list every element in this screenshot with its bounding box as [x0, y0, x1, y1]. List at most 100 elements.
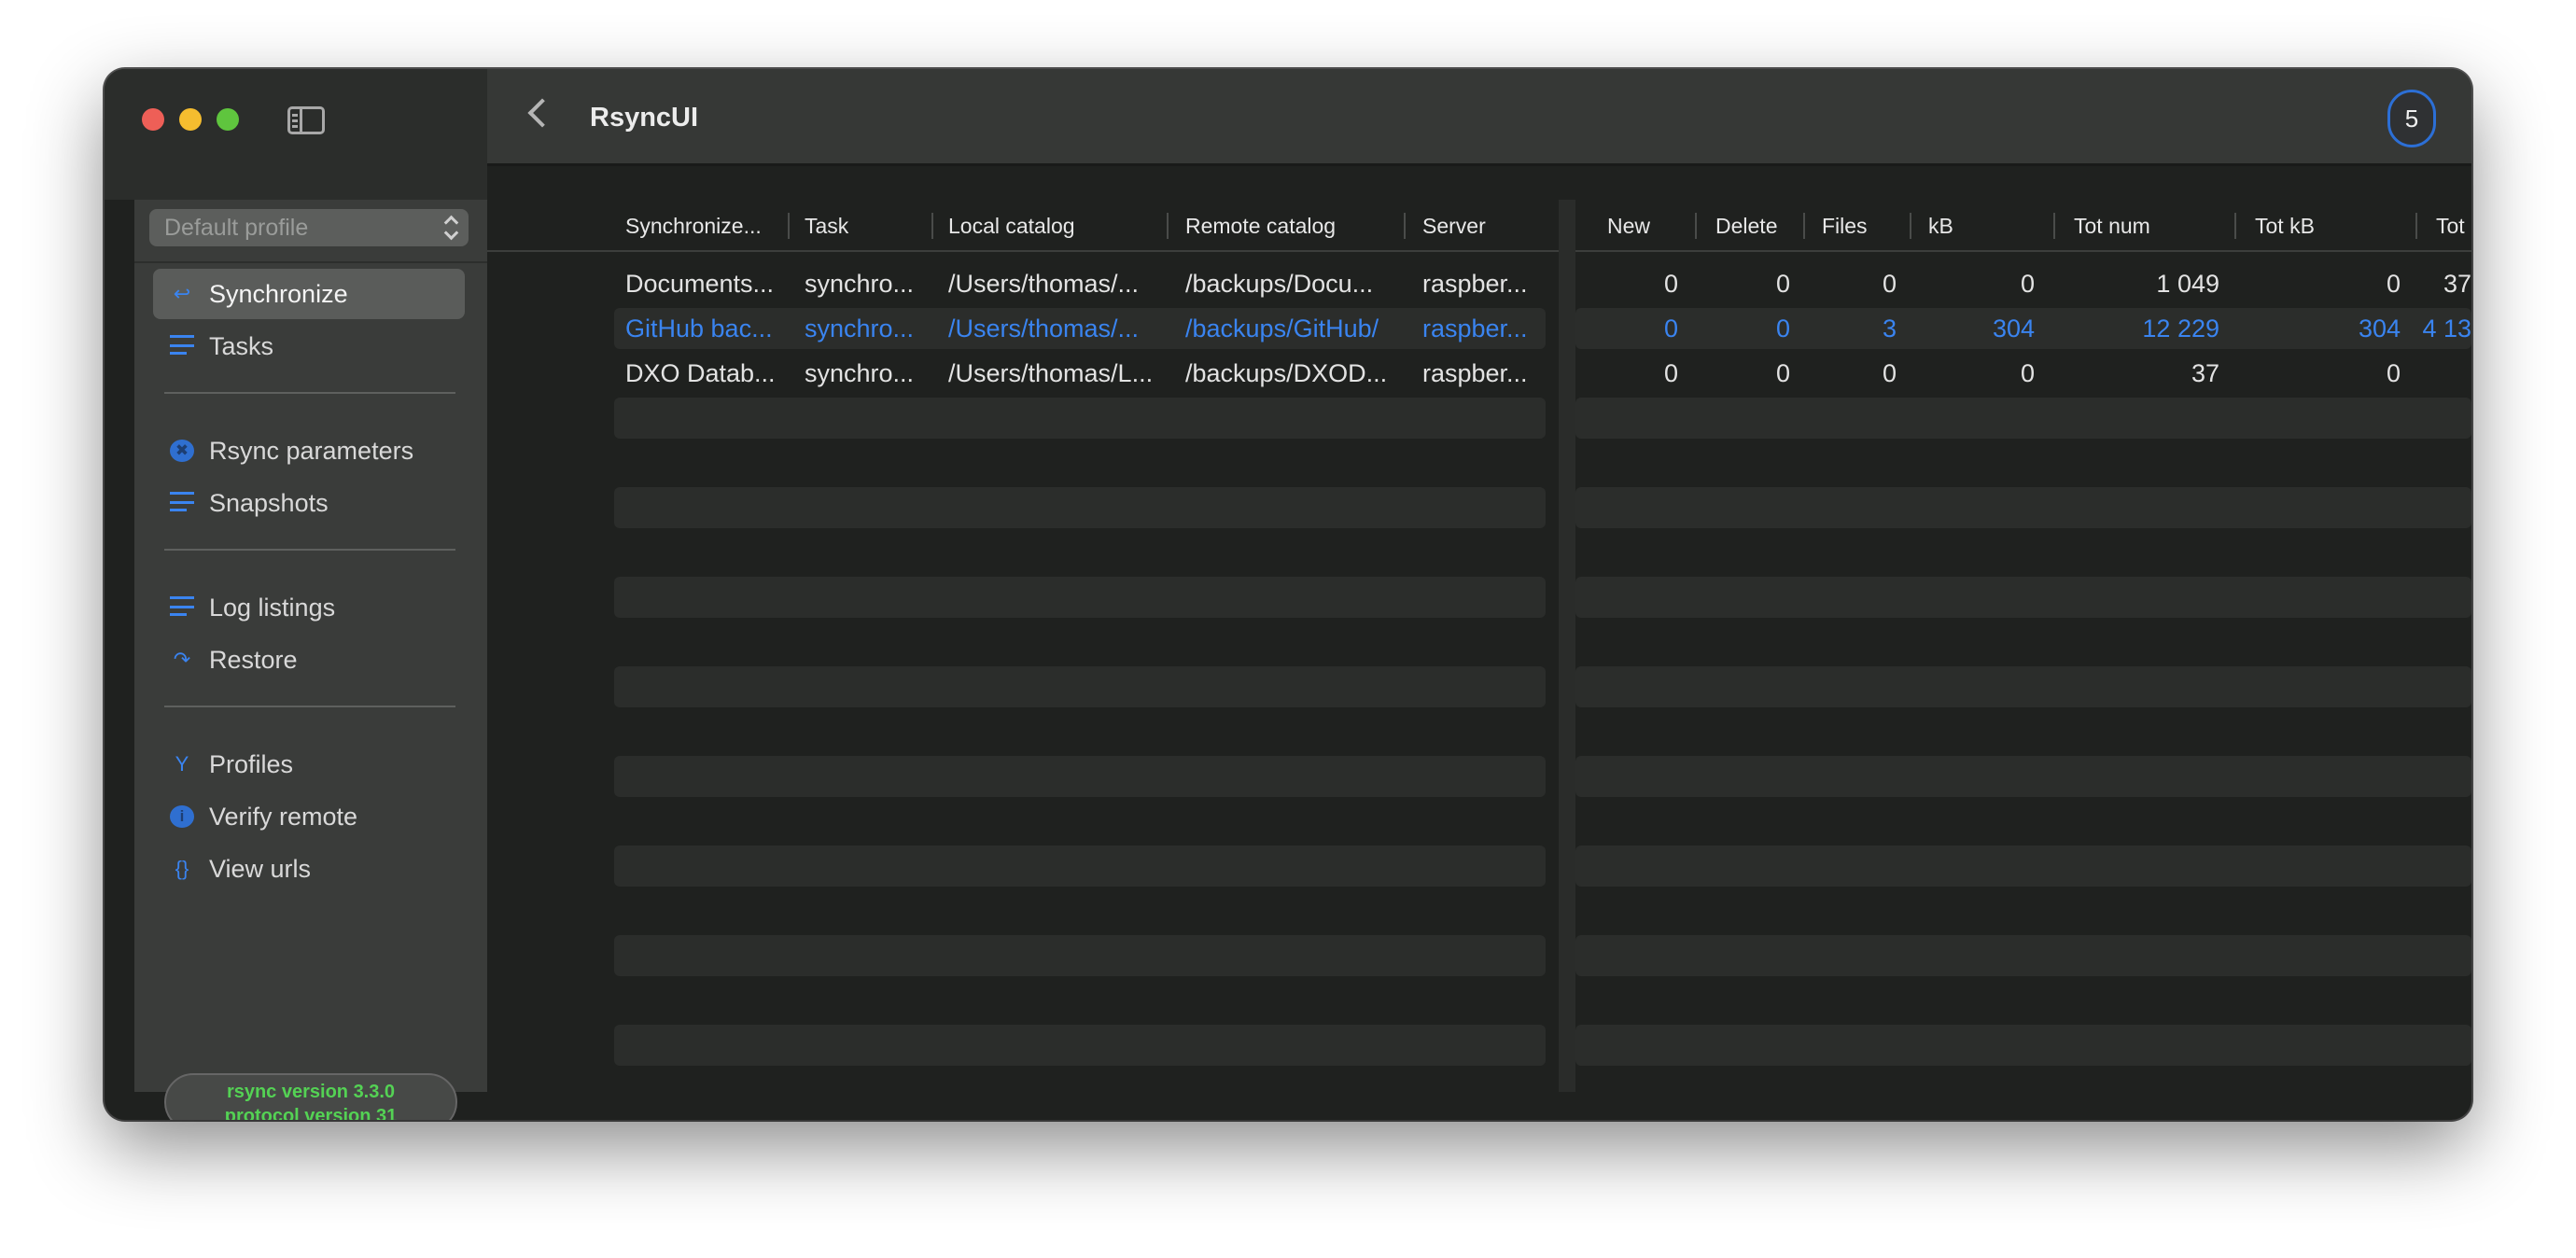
empty-table-row	[1575, 532, 2471, 573]
stats-column-header[interactable]: kB	[1928, 200, 1953, 252]
branch-icon: Y	[175, 752, 189, 776]
empty-table-row	[1575, 442, 2471, 483]
sidebar-divider	[164, 706, 455, 707]
empty-table-row	[1575, 980, 2471, 1021]
sidebar-item-label: Log listings	[209, 594, 336, 622]
table-row[interactable]: Documents... synchro... /Users/thomas/... /…	[614, 263, 1546, 304]
zoom-window-button[interactable]	[217, 108, 239, 131]
stats-cell: 4 13	[2422, 314, 2471, 342]
tasks-cell: raspber...	[1422, 314, 1528, 342]
tasks-column-header[interactable]: Server	[1422, 200, 1486, 252]
empty-table-row	[614, 801, 1546, 842]
rsync-version-badge[interactable]: rsync version 3.3.0 protocol version 31	[164, 1073, 457, 1120]
split-divider[interactable]	[1559, 200, 1575, 1092]
lines-icon	[170, 596, 194, 619]
empty-table-row	[1575, 487, 2471, 528]
tasks-cell: /Users/thomas/...	[948, 270, 1140, 298]
sidebar-item-view-urls[interactable]: {} View urls	[153, 844, 465, 894]
sidebar-item-rsync-parameters[interactable]: ✖ Rsync parameters	[153, 426, 465, 476]
tasks-cell: raspber...	[1422, 270, 1528, 298]
empty-table-row	[614, 442, 1546, 483]
tasks-cell: synchro...	[805, 359, 915, 387]
column-separator[interactable]	[788, 213, 790, 239]
column-separator[interactable]	[2234, 213, 2236, 239]
list-icon	[170, 492, 194, 514]
sidebar-item-label: View urls	[209, 855, 312, 883]
stats-column-header[interactable]: Files	[1822, 200, 1868, 252]
column-separator[interactable]	[1695, 213, 1697, 239]
close-window-button[interactable]	[142, 108, 164, 131]
empty-table-row	[1575, 801, 2471, 842]
stats-cell: 0	[1882, 359, 1897, 387]
sidebar: Default profile ↩ Synchronize Tasks ✖ Rsync …	[134, 200, 487, 1120]
sidebar-divider	[164, 392, 455, 394]
empty-table-row	[1575, 1069, 2471, 1111]
tasks-cell: raspber...	[1422, 359, 1528, 387]
sidebar-item-log-listings[interactable]: Log listings	[153, 582, 465, 633]
column-separator[interactable]	[2415, 213, 2417, 239]
sidebar-toggle-icon[interactable]	[287, 106, 325, 134]
minimize-window-button[interactable]	[179, 108, 202, 131]
table-row[interactable]: GitHub bac... synchro... /Users/thomas/...…	[614, 308, 1546, 349]
task-count-badge[interactable]: 5	[2387, 90, 2436, 147]
sidebar-item-tasks[interactable]: Tasks	[153, 321, 465, 371]
empty-table-row	[614, 1025, 1546, 1066]
tasks-column-header[interactable]: Remote catalog	[1185, 200, 1336, 252]
tasks-cell: Documents...	[625, 270, 775, 298]
column-separator[interactable]	[1803, 213, 1805, 239]
sidebar-item-label: Restore	[209, 646, 298, 674]
profile-select[interactable]: Default profile	[149, 209, 469, 246]
stats-column-header[interactable]: Tot num	[2074, 200, 2150, 252]
braces-icon: {}	[175, 857, 189, 880]
tasks-cell: /Users/thomas/L...	[948, 359, 1154, 387]
empty-table-row	[614, 487, 1546, 528]
stats-cell: 0	[2020, 359, 2035, 387]
column-separator[interactable]	[2053, 213, 2055, 239]
stats-cell: 0	[1775, 359, 1790, 387]
stats-cell: 1 049	[2156, 270, 2219, 298]
stats-cell: 304	[1992, 314, 2035, 342]
sidebar-item-snapshots[interactable]: Snapshots	[153, 478, 465, 528]
stats-column-header[interactable]: Delete	[1715, 200, 1777, 252]
column-separator[interactable]	[1910, 213, 1911, 239]
table-row[interactable]: DXO Datab... synchro... /Users/thomas/L...…	[614, 353, 1546, 394]
column-separator[interactable]	[1167, 213, 1169, 239]
table-row[interactable]: 0 0 3 304 12 229 304 4 13	[1575, 308, 2471, 349]
sidebar-item-verify-remote[interactable]: i Verify remote	[153, 791, 465, 842]
table-row[interactable]: 0 0 0 0 1 049 0 37	[1575, 263, 2471, 304]
sidebar-item-label: Snapshots	[209, 489, 329, 517]
tasks-column-header[interactable]: Local catalog	[948, 200, 1075, 252]
sidebar-separator	[134, 261, 487, 263]
stats-column-header[interactable]: Tot dir	[2436, 200, 2471, 252]
sidebar-item-label: Synchronize	[209, 280, 348, 308]
share-arrow-icon: ↷	[173, 648, 191, 671]
stats-column-header[interactable]: New	[1607, 200, 1650, 252]
table-row[interactable]: 0 0 0 0 37 0	[1575, 353, 2471, 394]
empty-table-row	[1575, 711, 2471, 752]
info-circle-icon: i	[170, 805, 194, 828]
stats-column-header[interactable]: Tot kB	[2255, 200, 2315, 252]
empty-table-row	[614, 577, 1546, 618]
stats-cell: 3	[1882, 314, 1897, 342]
empty-table-row	[1575, 890, 2471, 931]
empty-table-row	[614, 532, 1546, 573]
stats-cell: 0	[1663, 270, 1678, 298]
tasks-table: Synchronize... Task Local catalog Remote ca…	[487, 200, 1559, 1092]
sidebar-item-synchronize[interactable]: ↩ Synchronize	[153, 269, 465, 319]
empty-table-row	[1575, 756, 2471, 797]
column-separator[interactable]	[931, 213, 933, 239]
sidebar-item-label: Tasks	[209, 332, 274, 360]
sidebar-item-label: Rsync parameters	[209, 437, 414, 465]
app-title: RsyncUI	[590, 103, 699, 133]
sidebar-item-profiles[interactable]: Y Profiles	[153, 739, 465, 790]
empty-table-row	[1575, 398, 2471, 439]
back-chevron-icon[interactable]	[527, 98, 557, 128]
sidebar-item-restore[interactable]: ↷ Restore	[153, 635, 465, 685]
tasks-column-header[interactable]: Synchronize...	[625, 200, 762, 252]
stats-cell: 0	[1882, 270, 1897, 298]
tasks-column-header[interactable]: Task	[805, 200, 848, 252]
column-separator[interactable]	[1404, 213, 1406, 239]
stats-cell: 0	[1663, 359, 1678, 387]
empty-table-row	[1575, 666, 2471, 707]
empty-table-row	[1575, 846, 2471, 887]
